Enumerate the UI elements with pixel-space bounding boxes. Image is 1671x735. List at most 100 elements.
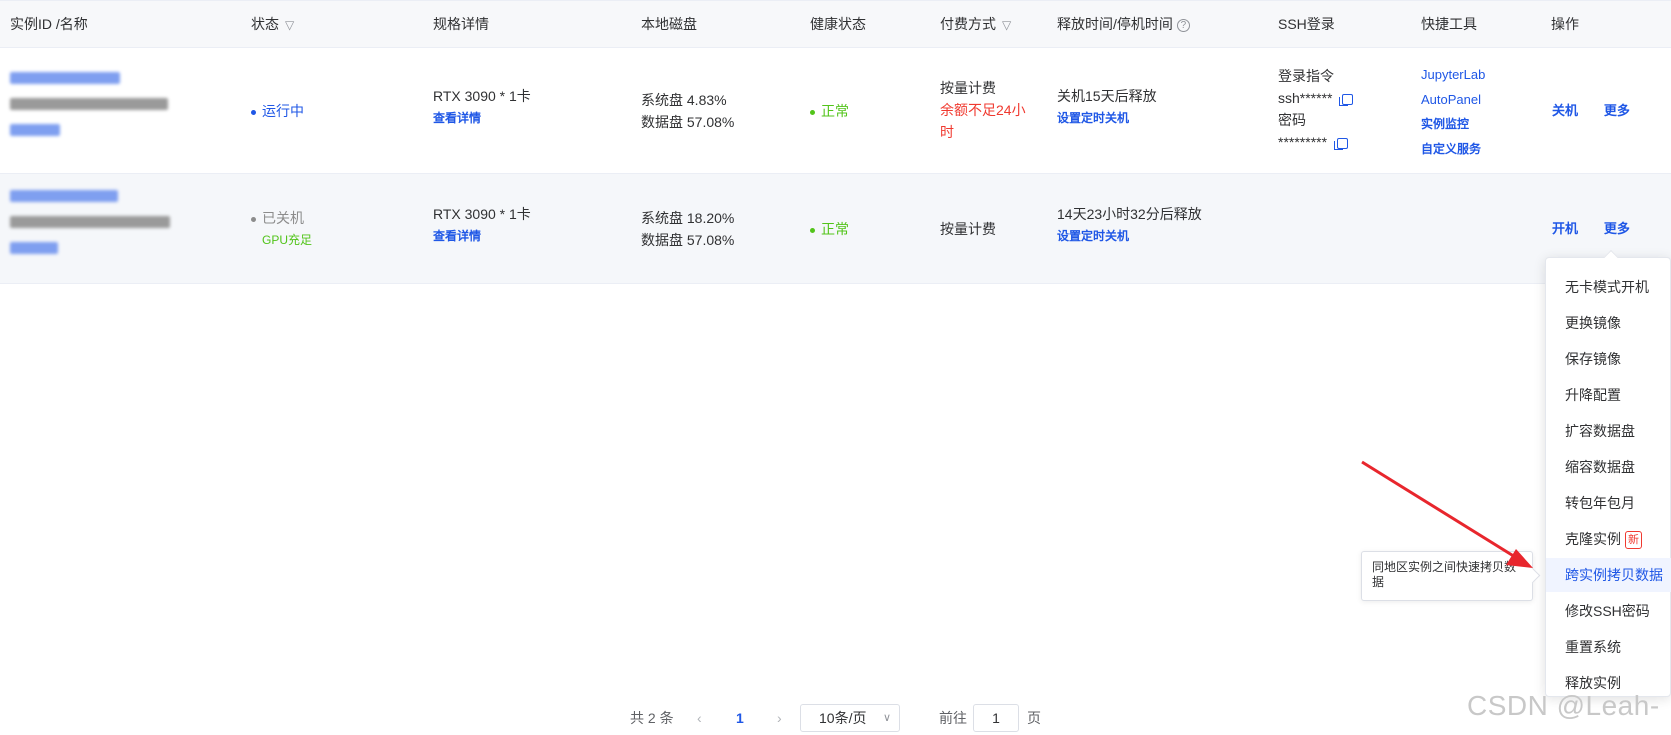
col-header-payment: 付费方式 ▽ [940,1,1011,49]
instance-id-link[interactable] [10,190,118,202]
balance-warning-cont: 时 [940,124,954,140]
system-disk-usage: 系统盘 18.20% [641,210,735,226]
spec-cell: RTX 3090 * 1卡 查看详情 [433,203,531,247]
release-cell: 关机15天后释放 设置定时关机 [1057,85,1157,129]
pagination: 共 2 条 ‹ 1 › 10条/页 ∨ 前往 1 页 [0,700,1671,735]
health-dot [810,109,815,115]
copy-icon[interactable] [1339,93,1354,106]
payment-cell: 按量计费 [940,218,996,240]
instance-name-link[interactable] [10,242,58,254]
shutdown-button[interactable]: 关机 [1552,103,1578,118]
disk-cell: 系统盘 4.83% 数据盘 57.08% [641,89,734,133]
instance-uuid [10,216,170,228]
chevron-down-icon: ∨ [882,712,891,724]
menu-item-save-image[interactable]: 保存镜像 [1546,342,1671,376]
chevron-left-icon[interactable]: ‹ [697,700,702,735]
col-header-id: 实例ID /名称 [10,16,88,32]
col-header-disk: 本地磁盘 [641,16,697,32]
col-header-tools: 快捷工具 [1421,16,1477,32]
menu-tooltip: 同地区实例之间快速拷贝数据 [1361,551,1533,601]
spec-cell: RTX 3090 * 1卡 查看详情 [433,85,531,129]
page-size-select[interactable]: 10条/页 ∨ [800,704,900,732]
chevron-right-icon[interactable]: › [777,700,782,735]
view-details-link[interactable]: 查看详情 [433,225,531,247]
menu-item-reset-system[interactable]: 重置系统 [1546,630,1671,664]
disk-cell: 系统盘 18.20% 数据盘 57.08% [641,207,734,251]
copy-icon[interactable] [1334,137,1349,150]
tool-custom-service-link[interactable]: 自定义服务 [1421,137,1485,162]
schedule-shutdown-link[interactable]: 设置定时关机 [1057,225,1202,247]
release-cell: 14天23小时32分后释放 设置定时关机 [1057,203,1202,247]
more-actions-dropdown: 无卡模式开机 更换镜像 保存镜像 升降配置 扩容数据盘 缩容数据盘 转包年包月 … [1545,249,1671,697]
health-cell: 正常 [810,218,849,240]
instance-uuid [10,98,168,110]
table-row: 运行中 RTX 3090 * 1卡 查看详情 系统盘 4.83% 数据盘 57.… [0,48,1671,174]
data-disk-usage: 数据盘 57.08% [641,114,735,130]
goto-label: 前往 [939,710,967,726]
menu-item-convert-subscription[interactable]: 转包年包月 [1546,486,1671,520]
ops-cell: 关机 更多 [1552,100,1630,119]
more-button[interactable]: 更多 [1604,103,1630,118]
status-badge: 已关机 [251,207,312,229]
health-badge: 正常 [810,218,849,240]
col-header-ops: 操作 [1551,16,1579,32]
health-dot [810,227,815,233]
more-button[interactable]: 更多 [1604,221,1630,236]
health-badge: 正常 [810,100,849,122]
menu-item-cardless-start[interactable]: 无卡模式开机 [1546,270,1671,304]
schedule-shutdown-link[interactable]: 设置定时关机 [1057,107,1157,129]
ssh-password: ********* [1278,131,1353,153]
ssh-cell: 登录指令 ssh****** 密码 ********* [1278,65,1354,153]
pagination-total: 共 2 条 [630,710,674,726]
instance-name-link[interactable] [10,124,60,136]
system-disk-usage: 系统盘 4.83% [641,92,727,108]
status-cell: 运行中 [251,100,304,122]
health-cell: 正常 [810,100,849,122]
tools-cell: JupyterLab AutoPanel 实例监控 自定义服务 [1421,62,1485,162]
menu-item-expand-disk[interactable]: 扩容数据盘 [1546,414,1671,448]
table-row: 已关机 GPU充足 RTX 3090 * 1卡 查看详情 系统盘 18.20% … [0,174,1671,284]
tool-autopanel-link[interactable]: AutoPanel [1421,87,1485,112]
status-dot [251,216,256,222]
instance-id-link[interactable] [10,72,120,84]
csdn-watermark: CSDN @Leah- [1467,690,1660,721]
help-icon[interactable]: ? [1176,18,1190,32]
payment-type: 按量计费 [940,80,996,96]
new-badge: 新 [1625,531,1642,550]
spec-text: RTX 3090 * 1卡 [433,88,531,104]
filter-icon[interactable]: ▽ [1002,2,1011,49]
col-header-status: 状态 ▽ [251,1,294,49]
status-badge: 运行中 [251,100,304,122]
tool-monitor-link[interactable]: 实例监控 [1421,112,1485,137]
col-header-release: 释放时间/停机时间? [1057,1,1190,49]
payment-cell: 按量计费 余额不足24小 时 [940,77,1026,143]
page-number-current[interactable]: 1 [736,700,744,735]
filter-icon[interactable]: ▽ [285,2,294,49]
col-header-ssh: SSH登录 [1278,16,1335,32]
start-button[interactable]: 开机 [1552,221,1578,236]
menu-item-change-ssh-password[interactable]: 修改SSH密码 [1546,594,1671,628]
menu-item-cross-instance-copy[interactable]: 跨实例拷贝数据 [1546,558,1671,592]
tool-jupyterlab-link[interactable]: JupyterLab [1421,62,1485,87]
ssh-command: ssh****** [1278,87,1354,109]
status-cell: 已关机 GPU充足 [251,207,312,251]
menu-item-change-image[interactable]: 更换镜像 [1546,306,1671,340]
release-time: 关机15天后释放 [1057,88,1157,104]
spec-text: RTX 3090 * 1卡 [433,206,531,222]
instance-id-cell [10,190,170,254]
menu-item-resize-config[interactable]: 升降配置 [1546,378,1671,412]
col-header-spec: 规格详情 [433,16,489,32]
ssh-command-label: 登录指令 [1278,68,1334,84]
annotation-arrow-shaft [1361,460,1521,562]
ssh-password-label: 密码 [1278,112,1306,128]
view-details-link[interactable]: 查看详情 [433,107,531,129]
goto-suffix: 页 [1027,710,1041,726]
table-header: 实例ID /名称 状态 ▽ 规格详情 本地磁盘 健康状态 付费方式 ▽ 释放时间/停… [0,0,1671,48]
menu-item-clone-instance[interactable]: 克隆实例新 [1546,522,1671,556]
gpu-availability: GPU充足 [262,233,313,247]
col-header-health: 健康状态 [810,16,866,32]
menu-item-shrink-disk[interactable]: 缩容数据盘 [1546,450,1671,484]
ops-cell: 开机 更多 [1552,218,1630,237]
goto-page-input[interactable]: 1 [973,704,1019,732]
balance-warning: 余额不足24小 [940,102,1026,118]
